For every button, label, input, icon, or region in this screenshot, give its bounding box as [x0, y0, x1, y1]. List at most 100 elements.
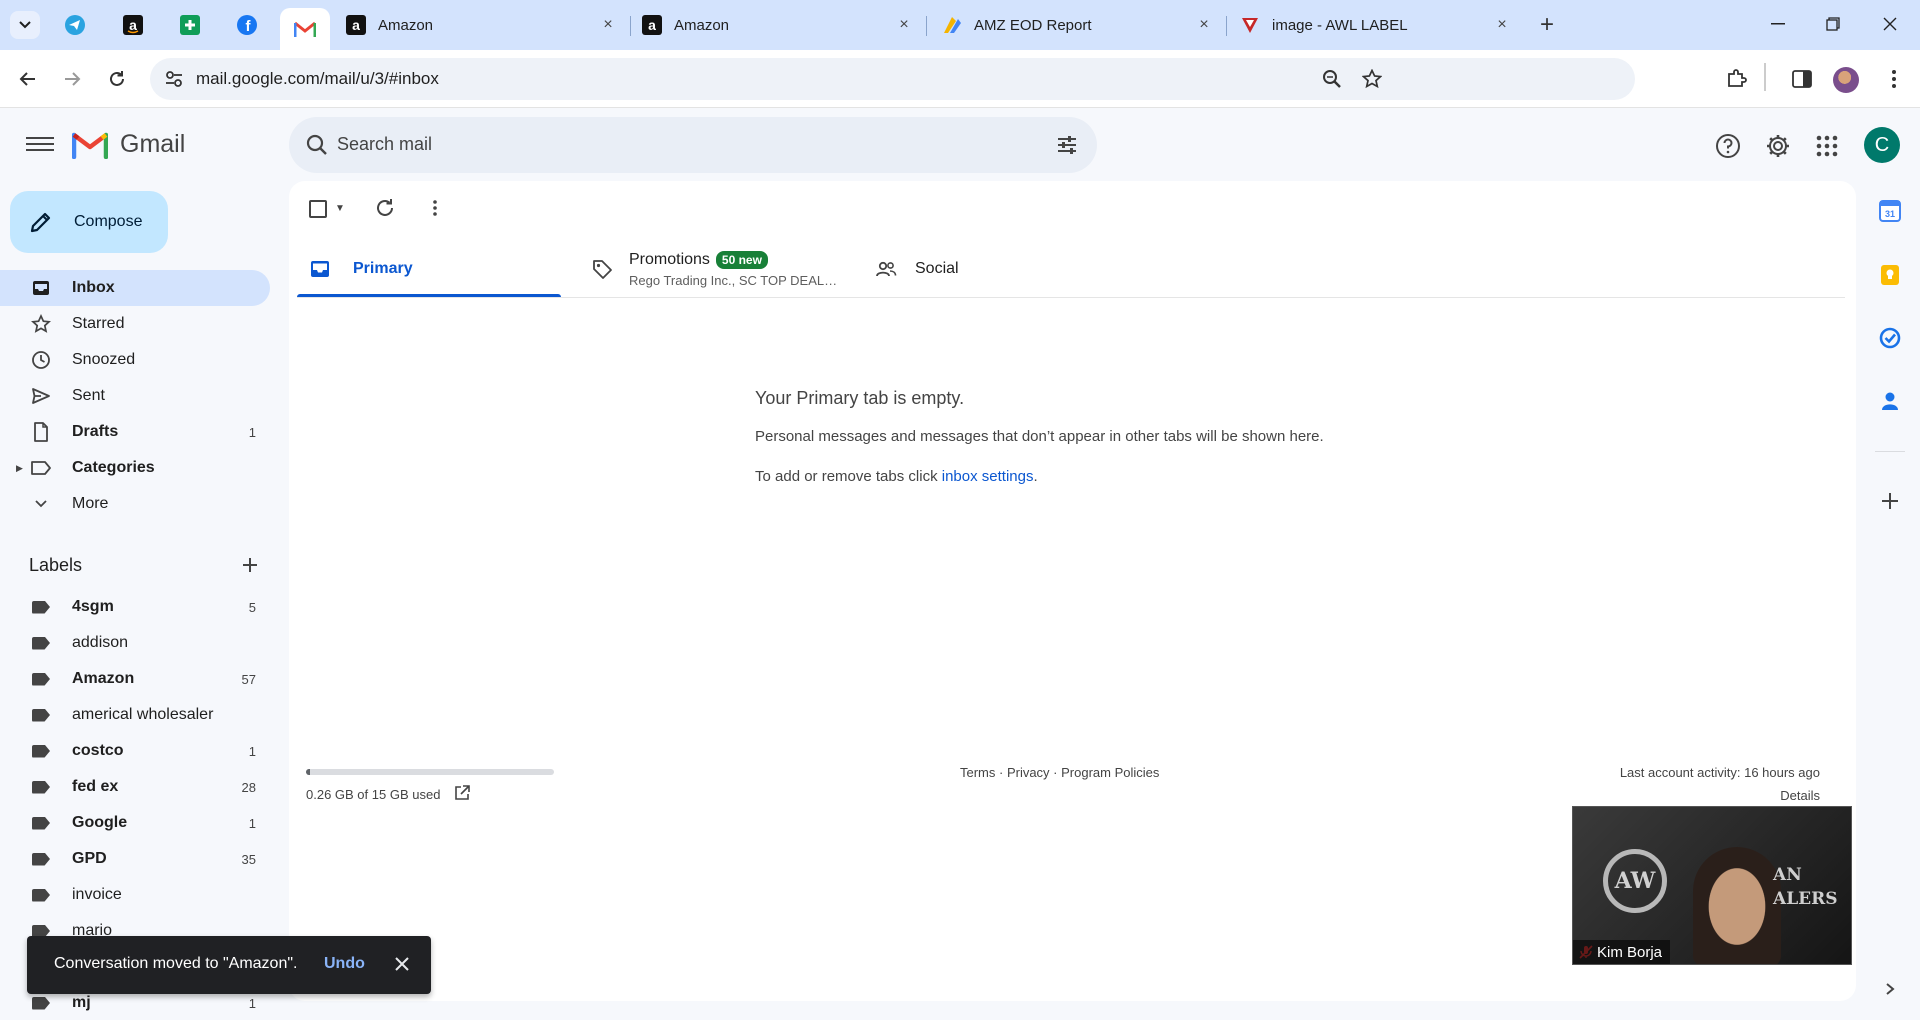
chevron-right-icon [1886, 983, 1895, 995]
nav-more[interactable]: More [0, 486, 270, 522]
nav-snoozed[interactable]: Snoozed [0, 342, 270, 378]
tab-social[interactable]: Social [875, 237, 1075, 301]
back-button[interactable] [12, 63, 44, 95]
pinned-tab-gmail-active[interactable] [280, 8, 330, 50]
label-item[interactable]: fed ex 28 [0, 769, 270, 805]
tasks-addon[interactable] [1877, 325, 1903, 351]
gmail-logo-icon[interactable] [72, 131, 108, 159]
chrome-menu-button[interactable] [1878, 63, 1910, 95]
compose-button[interactable]: Compose [10, 191, 168, 253]
side-panel-button[interactable] [1786, 63, 1818, 95]
forward-button[interactable] [56, 63, 88, 95]
pinned-tab-telegram[interactable] [62, 12, 88, 38]
pinned-tab-amazon[interactable]: a [120, 12, 146, 38]
restore-button[interactable] [1813, 8, 1853, 40]
profile-avatar[interactable] [1833, 67, 1859, 93]
contacts-addon[interactable] [1877, 388, 1903, 414]
label-count: 57 [241, 671, 256, 687]
nav-label: Snoozed [72, 351, 136, 368]
close-icon[interactable] [391, 953, 413, 975]
select-menu-caret-icon[interactable]: ▼ [335, 203, 345, 214]
inbox-settings-link[interactable]: inbox settings [942, 468, 1034, 485]
undo-button[interactable]: Undo [324, 955, 365, 973]
open-in-new-icon[interactable] [453, 784, 471, 802]
tab-close-icon[interactable]: × [1194, 16, 1214, 34]
awl-logo-icon [1240, 15, 1260, 35]
zoom-icon[interactable] [1321, 68, 1343, 90]
tab-awl-label[interactable]: image - AWL LABEL × [1240, 8, 1512, 42]
main-menu-button[interactable] [26, 133, 54, 157]
search-input[interactable]: Search mail [337, 134, 432, 155]
tab-primary[interactable]: Primary [309, 237, 559, 301]
gmail-icon [294, 21, 316, 37]
clock-icon [30, 349, 52, 371]
search-icon[interactable] [305, 133, 329, 157]
tab-title: Amazon [378, 16, 434, 34]
minimize-button[interactable] [1758, 8, 1798, 40]
url-text[interactable]: mail.google.com/mail/u/3/#inbox [196, 69, 439, 89]
nav-count: 1 [248, 424, 256, 440]
gmail-brand-text[interactable]: Gmail [120, 130, 185, 159]
tab-title: Amazon [674, 16, 730, 34]
label-item[interactable]: Amazon 57 [0, 661, 270, 697]
search-bar[interactable]: Search mail [289, 117, 1097, 173]
video-call-tile[interactable]: AW AN ALERS Kim Borja [1572, 806, 1852, 965]
label-item[interactable]: invoice [0, 877, 270, 913]
pinned-tab-sheets[interactable] [177, 12, 203, 38]
account-avatar[interactable]: C [1864, 127, 1900, 163]
pinned-tab-facebook[interactable]: f [234, 12, 260, 38]
reload-button[interactable] [101, 63, 133, 95]
tab-search-button[interactable] [10, 11, 40, 39]
extensions-button[interactable] [1720, 63, 1752, 95]
search-options-icon[interactable] [1055, 133, 1079, 157]
expand-arrow-icon[interactable]: ▶ [16, 463, 23, 474]
select-all-checkbox[interactable] [309, 200, 327, 218]
label-item[interactable]: 4sgm 5 [0, 589, 270, 625]
plus-icon [243, 558, 257, 572]
label-icon [30, 884, 52, 906]
label-item[interactable]: addison [0, 625, 270, 661]
tab-promotions[interactable]: Promotions 50 new Rego Trading Inc., SC T… [591, 237, 851, 301]
nav-categories[interactable]: ▶ Categories [0, 450, 270, 486]
amazon-icon: a [123, 15, 143, 35]
nav-label: Drafts [72, 423, 119, 440]
bookmark-star-icon[interactable] [1361, 68, 1383, 90]
close-window-button[interactable] [1870, 8, 1910, 40]
nav-inbox[interactable]: Inbox [0, 270, 270, 306]
label-item[interactable]: GPD 35 [0, 841, 270, 877]
label-item[interactable]: americal wholesaler [0, 697, 270, 733]
calendar-addon[interactable]: 31 [1877, 198, 1903, 224]
address-bar[interactable]: mail.google.com/mail/u/3/#inbox [150, 58, 1635, 100]
nav-sent[interactable]: Sent [0, 378, 270, 414]
label-outline-icon [30, 457, 52, 479]
label-item[interactable]: costco 1 [0, 733, 270, 769]
refresh-icon[interactable] [373, 196, 397, 220]
nav-drafts[interactable]: Drafts 1 [0, 414, 270, 450]
tab-amazon-2[interactable]: a Amazon × [642, 8, 914, 42]
get-addons-button[interactable] [1877, 488, 1903, 514]
tab-close-icon[interactable]: × [894, 16, 914, 34]
apps-button[interactable] [1812, 131, 1842, 161]
details-link[interactable]: Details [1780, 788, 1820, 803]
tab-amz-eod-report[interactable]: AMZ EOD Report × [942, 8, 1214, 42]
tab-amazon-1[interactable]: a Amazon × [346, 8, 618, 42]
support-button[interactable] [1713, 131, 1743, 161]
tab-close-icon[interactable]: × [598, 16, 618, 34]
nav-label: More [72, 495, 109, 512]
create-label-button[interactable] [236, 551, 264, 579]
settings-button[interactable] [1763, 131, 1793, 161]
nav-label: Starred [72, 315, 125, 332]
tab-label: Social [915, 260, 959, 277]
telegram-icon [65, 15, 85, 35]
tab-close-icon[interactable]: × [1492, 16, 1512, 34]
site-info-icon[interactable] [164, 69, 184, 89]
label-icon [30, 812, 52, 834]
more-actions-icon[interactable] [423, 196, 447, 220]
footer-links[interactable]: Terms · Privacy · Program Policies [960, 765, 1159, 780]
compose-label: Compose [74, 213, 143, 230]
keep-addon[interactable] [1877, 262, 1903, 288]
nav-starred[interactable]: Starred [0, 306, 270, 342]
label-item[interactable]: Google 1 [0, 805, 270, 841]
new-tab-button[interactable]: + [1532, 10, 1562, 40]
expand-side-panel-button[interactable] [1877, 976, 1903, 1002]
